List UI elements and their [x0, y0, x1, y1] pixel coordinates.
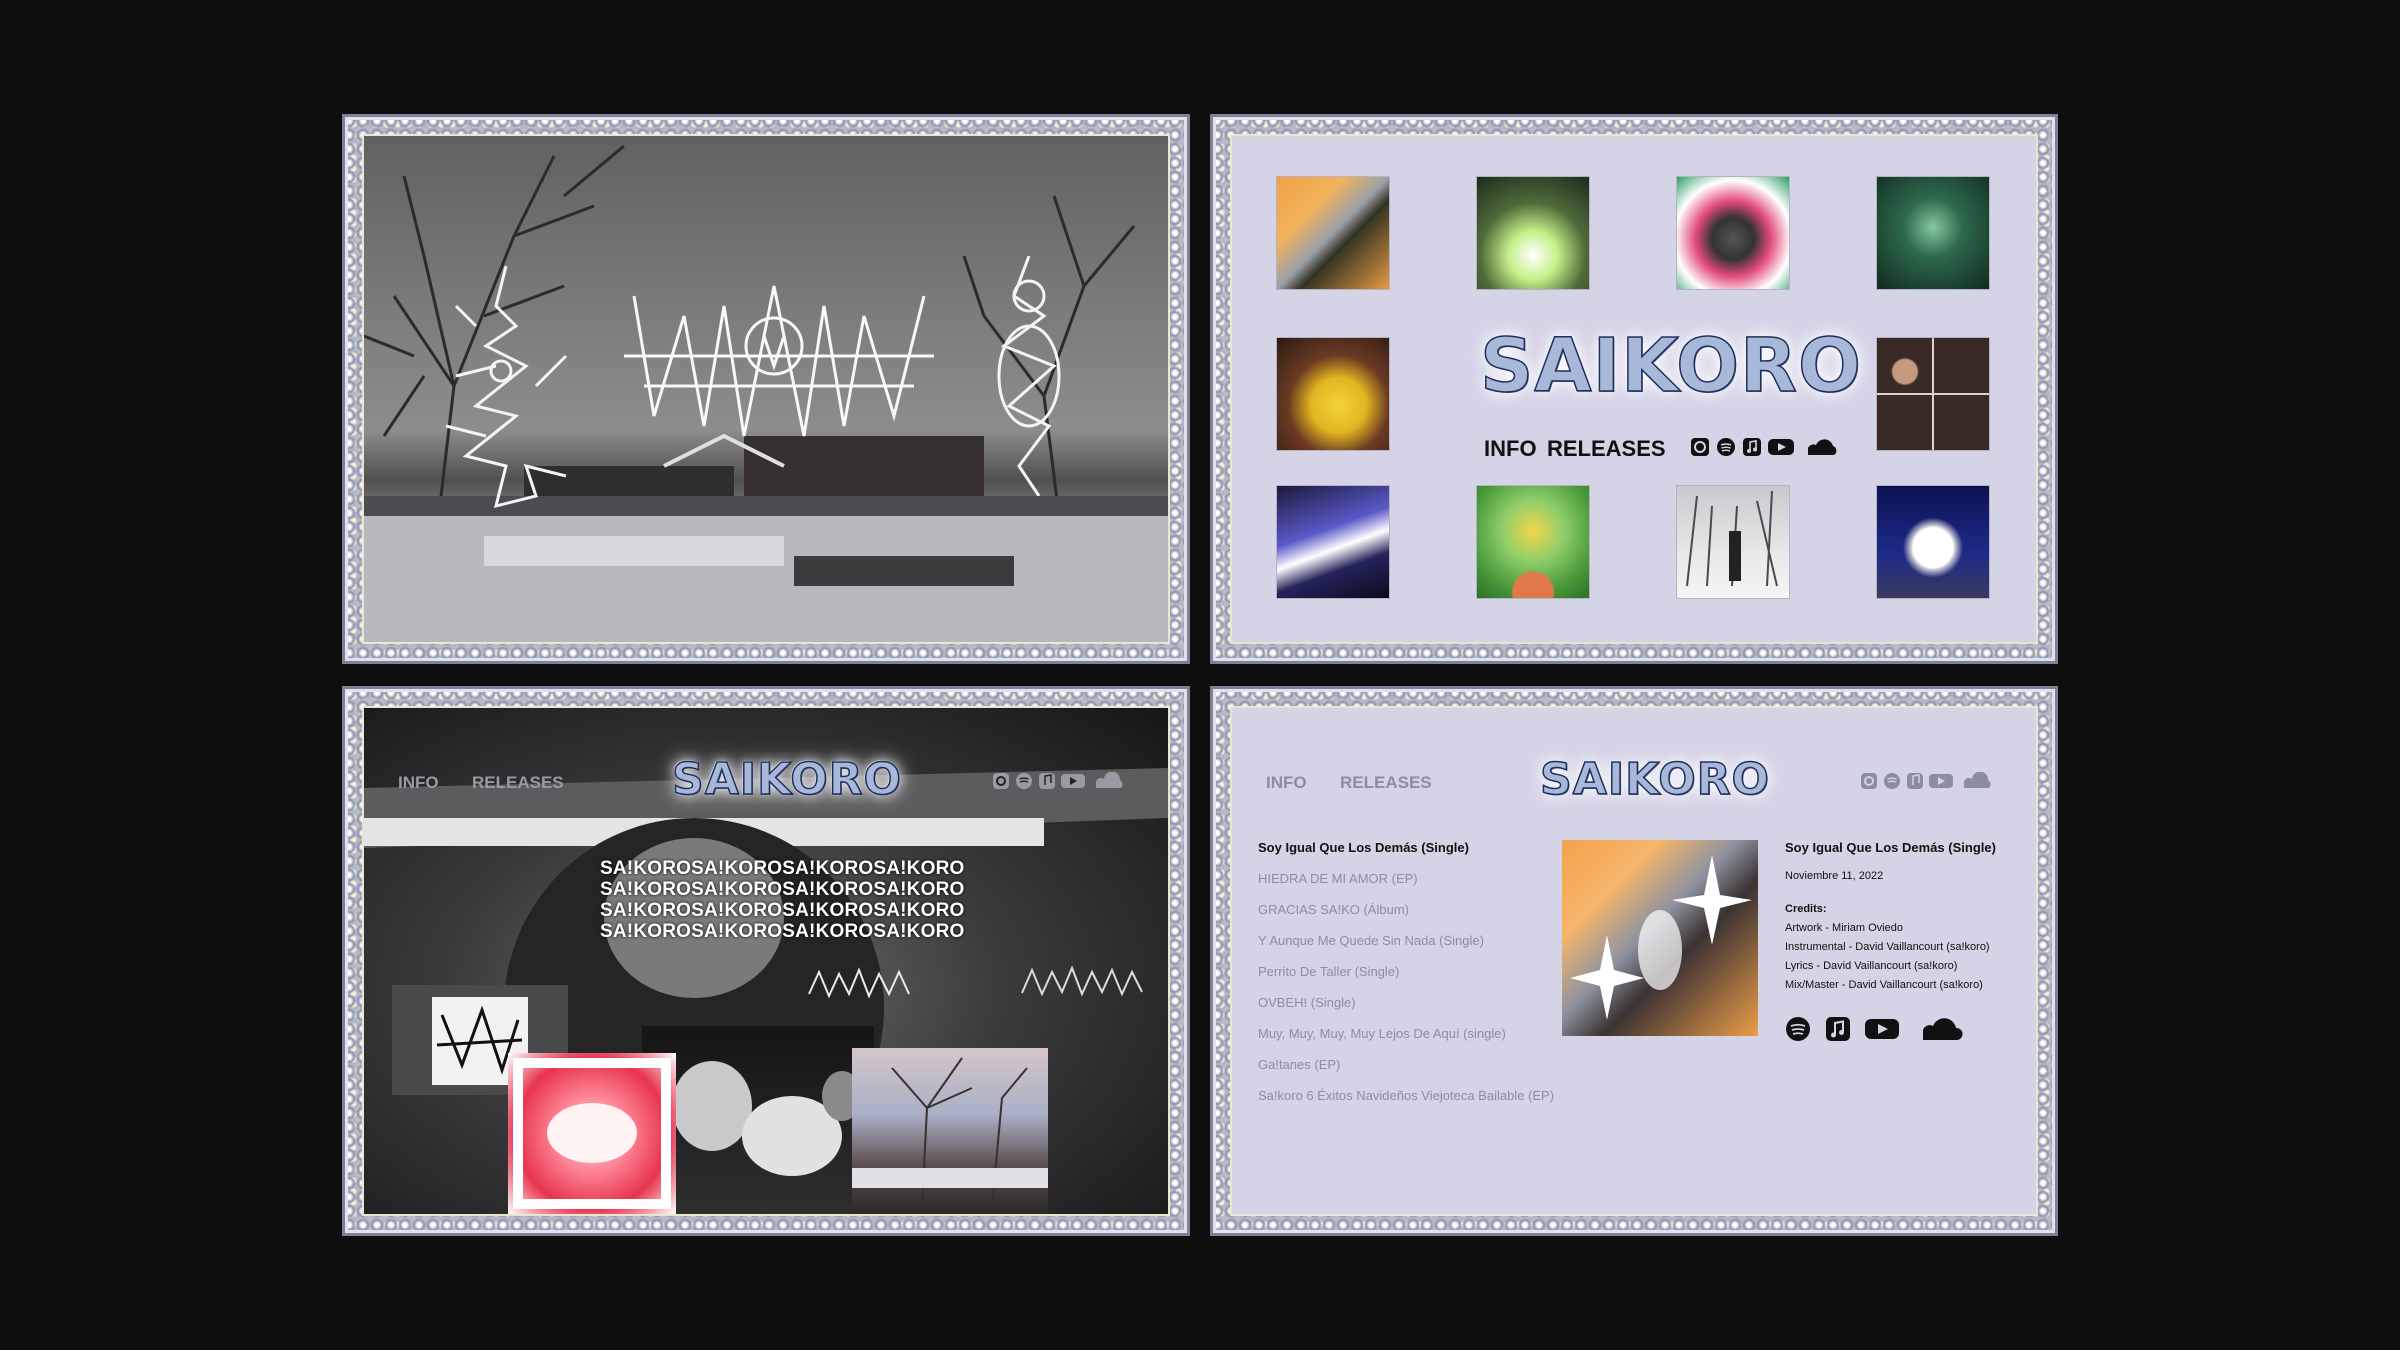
release-cover-6[interactable] [1877, 338, 1989, 450]
nav-info-link[interactable]: INFO [1484, 436, 1537, 462]
release-item[interactable]: Ga!tanes (EP) [1258, 1057, 1340, 1072]
nav-info-link[interactable]: INFO [398, 773, 439, 793]
release-cover-9[interactable] [1677, 486, 1789, 598]
home-grid: SAIKORO INFO RELEASES [1232, 136, 2036, 642]
apple-music-icon[interactable] [1742, 437, 1762, 457]
nav-releases-link[interactable]: RELEASES [1547, 436, 1666, 462]
release-cover-8[interactable] [1477, 486, 1589, 598]
collage-photo-red [508, 1053, 676, 1214]
collage-photo-trees [852, 1048, 1048, 1214]
marquee-line: SA!KOROSA!KOROSA!KOROSA!KORO [600, 879, 965, 900]
instagram-icon[interactable] [1860, 772, 1878, 790]
apple-music-icon[interactable] [1906, 772, 1924, 790]
soundcloud-icon[interactable] [1958, 772, 1996, 790]
marquee-line: SA!KOROSA!KOROSA!KOROSA!KORO [600, 900, 965, 921]
instagram-icon[interactable] [992, 772, 1010, 790]
release-cover-1[interactable] [1277, 177, 1389, 289]
chrome-creature-right [997, 256, 1061, 496]
soundcloud-icon[interactable] [1913, 1016, 1965, 1042]
social-links [1860, 772, 1996, 790]
youtube-icon[interactable] [1929, 772, 1953, 790]
marquee-text: SA!KOROSA!KOROSA!KOROSA!KORO SA!KOROSA!K… [600, 858, 965, 942]
release-cover-2[interactable] [1477, 177, 1589, 289]
nav-info-link[interactable]: INFO [1266, 773, 1307, 793]
nav-releases-link[interactable]: RELEASES [472, 773, 564, 793]
social-links [992, 772, 1128, 790]
soundcloud-icon[interactable] [1800, 437, 1840, 457]
releases-page: INFO RELEASES SAIKORO Soy Igual Que Los … [1232, 708, 2036, 1214]
credit-line: Artwork - Miriam Oviedo [1785, 922, 1903, 934]
release-item[interactable]: Y Aunque Me Quede Sin Nada (Single) [1258, 933, 1484, 948]
social-links [1690, 437, 1840, 457]
instagram-icon[interactable] [1690, 437, 1710, 457]
release-title: Soy Igual Que Los Demás (Single) [1785, 840, 1996, 855]
marquee-line: SA!KOROSA!KOROSA!KOROSA!KORO [600, 858, 965, 879]
collage-logo-small [804, 964, 914, 1004]
youtube-icon[interactable] [1768, 437, 1794, 457]
home-grid-panel: SAIKORO INFO RELEASES [1210, 114, 2058, 664]
youtube-icon[interactable] [1865, 1016, 1899, 1042]
release-item[interactable]: GRACIAS SA!KO (Álbum) [1258, 902, 1409, 917]
release-item[interactable]: OVBEH! (Single) [1258, 995, 1356, 1010]
release-cover-4[interactable] [1877, 177, 1989, 289]
release-item[interactable]: HIEDRA DE MI AMOR (EP) [1258, 871, 1418, 886]
releases-page-panel: INFO RELEASES SAIKORO Soy Igual Que Los … [1210, 686, 2058, 1236]
spotify-icon[interactable] [1716, 437, 1736, 457]
release-item[interactable]: Muy, Muy, Muy, Muy Lejos De Aquí (single… [1258, 1026, 1506, 1041]
nav-releases-link[interactable]: RELEASES [1340, 773, 1432, 793]
credit-line: Mix/Master - David Vaillancourt (sa!koro… [1785, 979, 1983, 991]
release-cover-3[interactable] [1677, 177, 1789, 289]
release-cover-5[interactable] [1277, 338, 1389, 450]
marquee-line: SA!KOROSA!KOROSA!KOROSA!KORO [600, 921, 965, 942]
collage-wordmark [1012, 958, 1162, 1008]
saikoro-logo[interactable]: SAIKORO [1539, 753, 1770, 806]
spotify-icon[interactable] [1785, 1016, 1811, 1042]
spotify-icon[interactable] [1015, 772, 1033, 790]
apple-music-icon[interactable] [1038, 772, 1056, 790]
release-item[interactable]: Perrito De Taller (Single) [1258, 964, 1399, 979]
collage-photo-crowd [642, 1026, 874, 1214]
credit-line: Instrumental - David Vaillancourt (sa!ko… [1785, 941, 1990, 953]
release-cover-7[interactable] [1277, 486, 1389, 598]
landing-page-panel [342, 114, 1190, 664]
spotify-icon[interactable] [1883, 772, 1901, 790]
youtube-icon[interactable] [1061, 772, 1085, 790]
saikoro-logo[interactable]: SAIKORO [671, 753, 902, 806]
apple-music-icon[interactable] [1825, 1016, 1851, 1042]
credit-line: Lyrics - David Vaillancourt (sa!koro) [1785, 960, 1958, 972]
release-date: Noviembre 11, 2022 [1785, 870, 1884, 882]
chrome-creature-center [624, 285, 934, 437]
release-streaming-links [1785, 1016, 1965, 1042]
release-item-active[interactable]: Soy Igual Que Los Demás (Single) [1258, 840, 1469, 855]
release-artwork [1562, 840, 1758, 1036]
info-page-panel: INFO RELEASES SAIKORO SA!KOROSA!KOROSA!K… [342, 686, 1190, 1236]
chrome-creature-left [445, 266, 568, 509]
soundcloud-icon[interactable] [1090, 772, 1128, 790]
release-cover-10[interactable] [1877, 486, 1989, 598]
saikoro-logo[interactable]: SAIKORO [1479, 325, 1862, 407]
credits-heading: Credits: [1785, 903, 1827, 915]
release-item[interactable]: Sa!koro 6 Éxitos Navideños Viejoteca Bai… [1258, 1088, 1554, 1103]
info-page: INFO RELEASES SAIKORO SA!KOROSA!KOROSA!K… [364, 708, 1168, 1214]
landing-hero [364, 136, 1168, 642]
